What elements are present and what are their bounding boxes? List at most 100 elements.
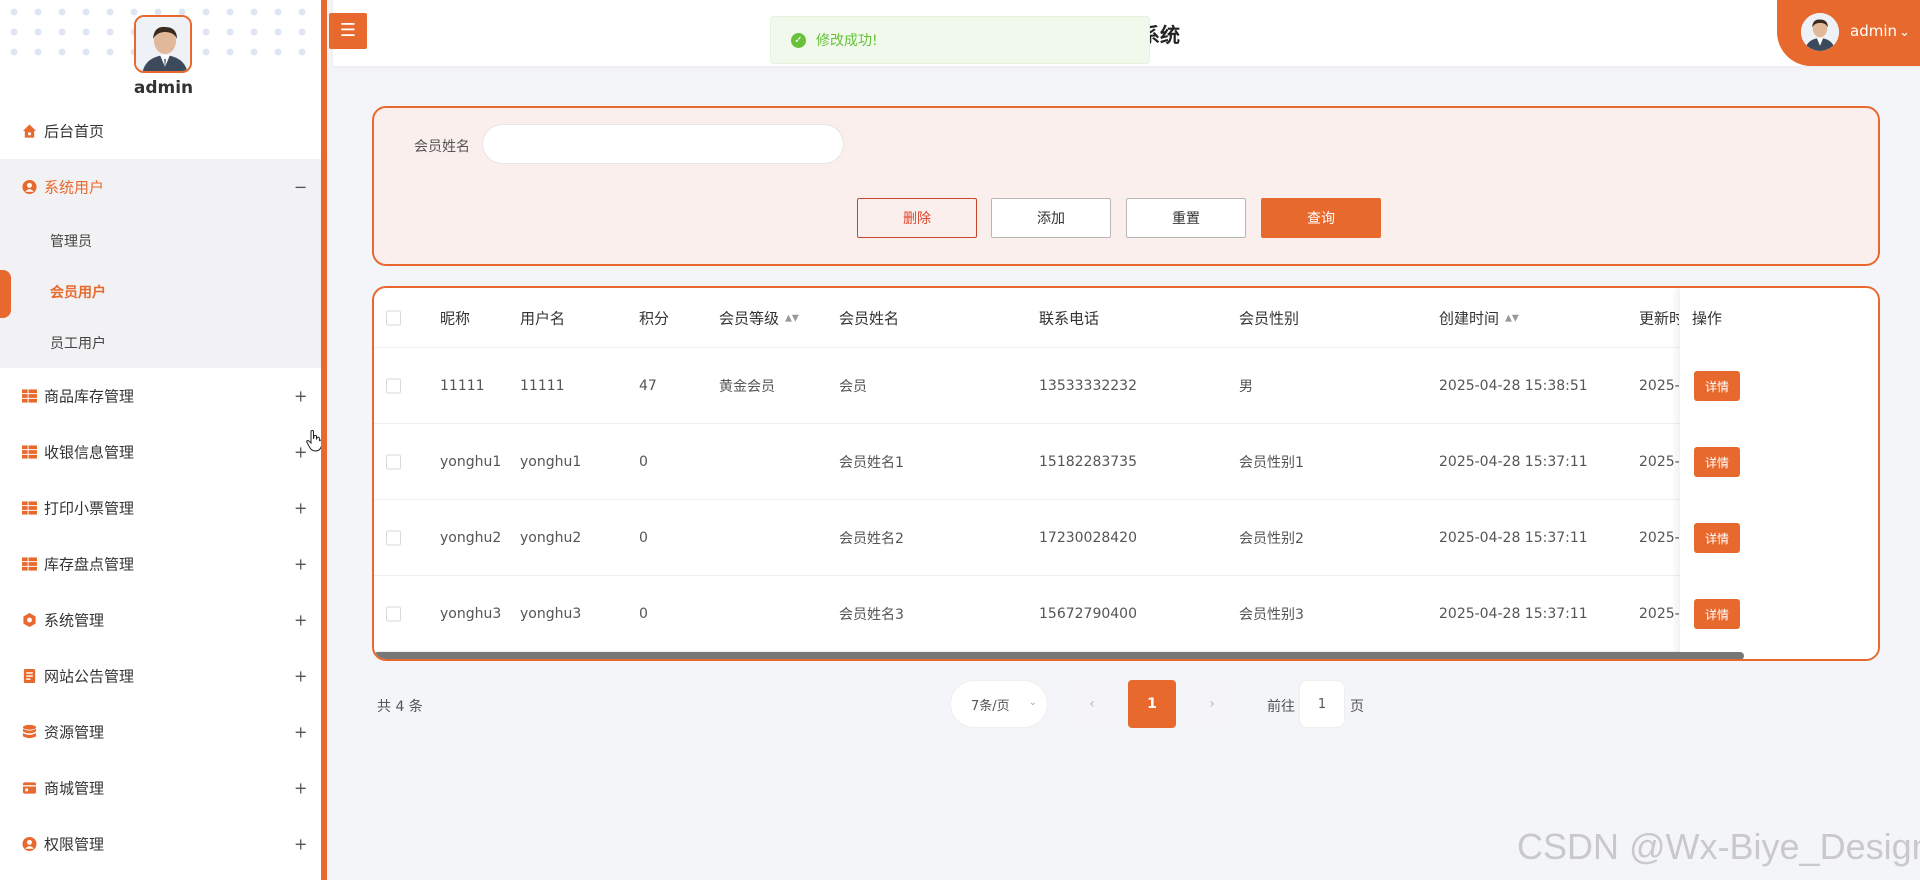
expand-icon[interactable]: + (294, 779, 307, 798)
header-avatar[interactable] (1801, 13, 1839, 51)
avatar[interactable] (134, 15, 192, 73)
grid-icon (22, 557, 37, 571)
row-checkbox[interactable] (386, 530, 401, 545)
member-name-label: 会员姓名 (414, 139, 470, 155)
table-row: yonghu2 yonghu2 0 会员姓名2 17230028420 会员性别… (374, 500, 1878, 576)
cell-phone: 13533332232 (1039, 377, 1137, 394)
column-header-label: 会员等级 (719, 309, 780, 327)
grid-icon (22, 445, 37, 459)
sidebar-item-system[interactable]: 系统管理 + (0, 592, 321, 648)
sidebar-username: admin (133, 78, 194, 98)
column-header-created-at[interactable]: 创建时间 ▲▼ (1439, 307, 1519, 328)
header-username-text: admin (1850, 22, 1897, 40)
user-circle-icon (22, 836, 37, 852)
member-name-input[interactable] (482, 124, 844, 164)
row-checkbox[interactable] (386, 378, 401, 393)
sort-icon[interactable]: ▲▼ (1505, 314, 1519, 323)
cell-created-at: 2025-04-28 15:37:11 (1439, 529, 1588, 546)
row-checkbox[interactable] (386, 606, 401, 621)
column-header-points: 积分 (639, 309, 670, 327)
query-button[interactable]: 查询 (1261, 198, 1381, 238)
expand-icon[interactable]: + (294, 387, 307, 406)
cell-nickname: yonghu2 (440, 529, 502, 546)
cell-points: 0 (639, 605, 648, 622)
cell-username: yonghu2 (520, 529, 582, 546)
next-page-button[interactable]: › (1188, 680, 1236, 728)
sidebar-subitem-admin[interactable]: 管理员 (0, 215, 321, 266)
sidebar-item-permissions[interactable]: 权限管理 + (0, 816, 321, 872)
delete-button[interactable]: 删除 (857, 198, 977, 238)
hand-cursor-icon (306, 430, 321, 452)
cell-phone: 15182283735 (1039, 453, 1137, 470)
detail-button[interactable]: 详情 (1694, 599, 1740, 629)
sidebar-item-shop[interactable]: 商城管理 + (0, 760, 321, 816)
cell-username: 11111 (520, 377, 565, 394)
sidebar-item-resources[interactable]: 资源管理 + (0, 704, 321, 760)
column-header-label: 创建时间 (1439, 309, 1500, 327)
sidebar-subitem-member-users[interactable]: 会员用户 (0, 266, 321, 318)
sidebar-item-home[interactable]: 后台首页 (0, 103, 321, 159)
detail-button[interactable]: 详情 (1694, 447, 1740, 477)
expand-icon[interactable]: + (294, 611, 307, 630)
column-header-phone: 联系电话 (1039, 309, 1100, 327)
cell-member-name: 会员姓名1 (839, 454, 904, 471)
page-size-select[interactable]: 7条/页 ⌄ (950, 680, 1048, 728)
table-row: 11111 11111 47 黄金会员 会员 13533332232 男 202… (374, 348, 1878, 424)
member-table: 昵称 用户名 积分 会员等级 ▲▼ 会员姓名 联系电话 会员性别 创建时间 ▲▼ 更… (372, 286, 1880, 661)
cell-nickname: 11111 (440, 377, 485, 394)
sidebar-item-cashier[interactable]: 收银信息管理 + (0, 424, 321, 480)
goto-prefix: 前往 (1267, 699, 1295, 715)
select-all-checkbox[interactable] (386, 310, 401, 325)
success-check-icon: ✓ (791, 32, 806, 48)
sidebar-item-label: 后台首页 (44, 122, 105, 141)
cell-username: yonghu3 (520, 605, 582, 622)
sidebar-item-inventory-check[interactable]: 库存盘点管理 + (0, 536, 321, 592)
operations-column: 操作 详情 详情 详情 详情 (1680, 288, 1878, 659)
sidebar-subitem-staff-users[interactable]: 员工用户 (0, 317, 321, 368)
sidebar-item-system-users[interactable]: 系统用户 − (0, 159, 321, 215)
reset-button[interactable]: 重置 (1126, 198, 1246, 238)
expand-icon[interactable]: + (294, 835, 307, 854)
document-icon (23, 668, 36, 684)
horizontal-scrollbar[interactable] (374, 652, 1744, 659)
expand-icon[interactable]: + (294, 499, 307, 518)
cell-created-at: 2025-04-28 15:38:51 (1439, 377, 1588, 394)
row-checkbox[interactable] (386, 454, 401, 469)
page-number-current[interactable]: 1 (1128, 680, 1176, 728)
expand-icon[interactable]: + (294, 723, 307, 742)
table-header: 昵称 用户名 积分 会员等级 ▲▼ 会员姓名 联系电话 会员性别 创建时间 ▲▼ 更… (374, 288, 1878, 348)
sidebar-item-announcements[interactable]: 网站公告管理 + (0, 648, 321, 704)
expand-icon[interactable]: + (294, 667, 307, 686)
cell-points: 47 (639, 377, 657, 394)
detail-button[interactable]: 详情 (1694, 523, 1740, 553)
sidebar-item-receipt-print[interactable]: 打印小票管理 + (0, 480, 321, 536)
cell-created-at: 2025-04-28 15:37:11 (1439, 605, 1588, 622)
sidebar-item-label: 网站公告管理 (44, 667, 135, 686)
expand-icon[interactable]: + (294, 555, 307, 574)
sidebar-item-product-stock[interactable]: 商品库存管理 + (0, 368, 321, 424)
column-header-member-name: 会员姓名 (839, 309, 900, 327)
cell-member-name: 会员 (839, 378, 867, 395)
cell-points: 0 (639, 529, 648, 546)
system-title: 理系统 (1120, 23, 1180, 47)
page-size-value: 7条/页 (971, 698, 1010, 714)
sort-icon[interactable]: ▲▼ (785, 314, 799, 323)
goto-page-input[interactable] (1299, 680, 1345, 728)
sidebar-item-label: 商城管理 (44, 779, 105, 798)
header-username[interactable]: admin ⌄ (1850, 22, 1910, 40)
add-button[interactable]: 添加 (991, 198, 1111, 238)
menu-toggle-button[interactable]: ☰ (329, 13, 367, 49)
sidebar-subitem-label: 会员用户 (50, 284, 106, 301)
column-header-username: 用户名 (520, 309, 566, 327)
column-header-member-level[interactable]: 会员等级 ▲▼ (719, 307, 799, 328)
column-header-nickname: 昵称 (440, 309, 471, 327)
prev-page-button[interactable]: ‹ (1068, 680, 1116, 728)
grid-icon (22, 389, 37, 403)
table-row: yonghu1 yonghu1 0 会员姓名1 15182283735 会员性别… (374, 424, 1878, 500)
sidebar-item-label: 库存盘点管理 (44, 555, 135, 574)
detail-button[interactable]: 详情 (1694, 371, 1740, 401)
user-menu[interactable]: admin ⌄ (1777, 0, 1920, 66)
sidebar-item-label: 系统用户 (44, 178, 105, 197)
cell-nickname: yonghu3 (440, 605, 502, 622)
collapse-icon[interactable]: − (294, 178, 307, 197)
